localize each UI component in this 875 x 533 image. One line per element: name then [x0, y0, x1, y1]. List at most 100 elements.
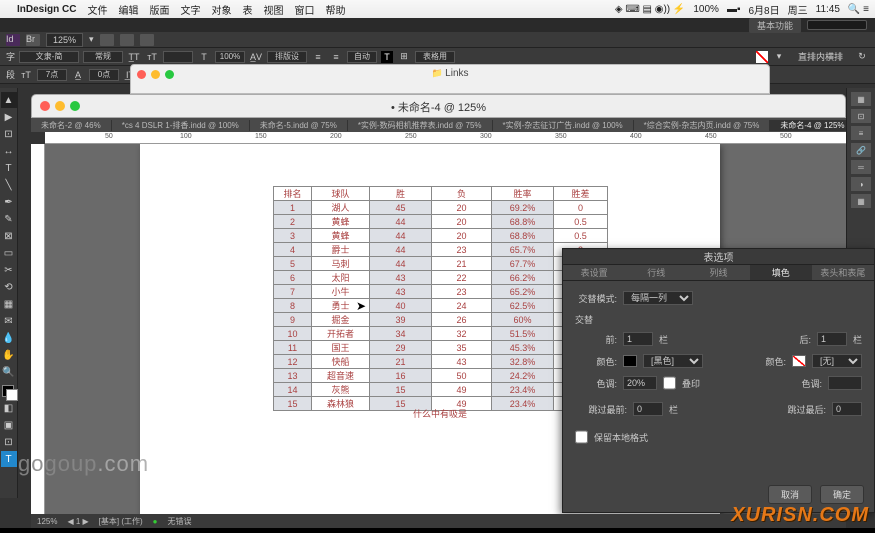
grid-icon[interactable]: ⊞	[397, 51, 411, 63]
table-cell[interactable]: 45.3%	[492, 341, 554, 355]
table-cell[interactable]: 5	[274, 257, 312, 271]
table-cell[interactable]: 43	[432, 355, 492, 369]
table-cell[interactable]: 67.7%	[492, 257, 554, 271]
table-cell[interactable]: 43	[370, 271, 432, 285]
back-input[interactable]	[817, 332, 847, 346]
align-icon[interactable]: ≡	[329, 51, 343, 63]
font-style[interactable]: 常规	[83, 51, 123, 63]
table-cell[interactable]: 50	[432, 369, 492, 383]
table-cell[interactable]: 掘金	[312, 313, 370, 327]
fill-swatch[interactable]	[756, 51, 768, 63]
table-cell[interactable]: 快船	[312, 355, 370, 369]
table-cell[interactable]: 60%	[492, 313, 554, 327]
menu-layout[interactable]: 版面	[149, 2, 169, 17]
table-cell[interactable]: 国王	[312, 341, 370, 355]
status-preset[interactable]: [基本] (工作)	[99, 516, 143, 527]
table-cell[interactable]: 44	[370, 215, 432, 229]
kerning[interactable]: 排版设	[267, 51, 307, 63]
table-cell[interactable]: 44	[370, 243, 432, 257]
pattern-select[interactable]: 每隔一列	[623, 291, 693, 305]
tab-col-strokes[interactable]: 列线	[687, 265, 749, 280]
tint-input[interactable]	[623, 376, 657, 390]
scissors-tool[interactable]: ✂	[1, 262, 17, 278]
table-cell[interactable]: 32	[432, 327, 492, 341]
overprint-check[interactable]	[663, 376, 676, 390]
menu-view[interactable]: 视图	[263, 2, 283, 17]
doc-tab[interactable]: 未命名-5.indd @ 75%	[250, 120, 348, 131]
zoom-level[interactable]: 125%	[46, 33, 83, 47]
table-cell[interactable]: 9	[274, 313, 312, 327]
doc-tab[interactable]: *cs 4 DSLR 1-排香.indd @ 100%	[112, 120, 250, 131]
fit-select[interactable]: 自动	[347, 51, 377, 63]
table-cell[interactable]: 34	[370, 327, 432, 341]
app-search[interactable]	[807, 20, 867, 30]
menu-edit[interactable]: 编辑	[118, 2, 138, 17]
font-family[interactable]: 文隶-简	[19, 51, 79, 63]
direct-select-tool[interactable]: ▶	[1, 109, 17, 125]
cc-libs-icon[interactable]: ▦	[851, 92, 871, 106]
table-cell[interactable]: 23.4%	[492, 383, 554, 397]
table-cell[interactable]: 超音速	[312, 369, 370, 383]
battery-icon[interactable]: ▬▪	[727, 4, 741, 15]
table-cell[interactable]: 0	[554, 201, 608, 215]
color-select[interactable]: [黑色]	[643, 354, 703, 368]
table-cell[interactable]: 灰熊	[312, 383, 370, 397]
table-header[interactable]: 胜	[370, 187, 432, 201]
layers-icon[interactable]: ≡	[851, 126, 871, 140]
table-cell[interactable]: 44	[370, 229, 432, 243]
table-cell[interactable]: 14	[274, 383, 312, 397]
wifi-icon[interactable]: ◈ ⌨ ▤ ◉)) ⚡	[615, 4, 686, 15]
table-caption[interactable]: 什么中有吸是	[273, 407, 607, 420]
table-header[interactable]: 负	[432, 187, 492, 201]
table-cell[interactable]: 62.5%	[492, 299, 554, 313]
table-cell[interactable]: 13	[274, 369, 312, 383]
tab-headers[interactable]: 表头和表尾	[812, 265, 874, 280]
table-cell[interactable]: 爵士	[312, 243, 370, 257]
menu-window[interactable]: 窗口	[294, 2, 314, 17]
baseline[interactable]: 0点	[89, 69, 119, 81]
eyedropper-tool[interactable]: 💧	[1, 330, 17, 346]
status-zoom[interactable]: 125%	[37, 517, 57, 526]
table-cell[interactable]: 0.5	[554, 215, 608, 229]
table-cell[interactable]: 马刺	[312, 257, 370, 271]
table-cell[interactable]: 8	[274, 299, 312, 313]
table-cell[interactable]: 43	[370, 285, 432, 299]
color-swatch-2[interactable]	[792, 355, 806, 367]
links-icon[interactable]: 🔗	[851, 143, 871, 157]
table-header[interactable]: 排名	[274, 187, 312, 201]
table-cell[interactable]: 45	[370, 201, 432, 215]
table-cell[interactable]: 20	[432, 201, 492, 215]
menu-object[interactable]: 对象	[211, 2, 231, 17]
menu-table[interactable]: 表	[242, 2, 252, 17]
view-mode-icon[interactable]: ⊡	[1, 434, 17, 450]
transform-tool[interactable]: ⟲	[1, 279, 17, 295]
table-cell[interactable]: 40	[370, 299, 432, 313]
table-cell[interactable]: 21	[370, 355, 432, 369]
horizontal-ruler[interactable]: 50100 150200 250300 350400 450500	[45, 132, 846, 144]
table-cell[interactable]: 23	[432, 285, 492, 299]
screen-icon[interactable]	[120, 34, 134, 46]
tab-fills[interactable]: 填色	[750, 265, 812, 280]
zoom-tool[interactable]: 🔍	[1, 364, 17, 380]
tt-icon[interactable]: T̲T	[127, 51, 141, 63]
doc-tab-active[interactable]: 未命名-4 @ 125%	[770, 120, 855, 131]
workspace-switcher[interactable]: 基本功能	[749, 18, 801, 33]
app-name[interactable]: InDesign CC	[17, 4, 76, 15]
spotlight-icon[interactable]: 🔍 ≡	[848, 4, 869, 15]
table-header[interactable]: 胜差	[554, 187, 608, 201]
table-cell[interactable]: 68.8%	[492, 215, 554, 229]
apply-color-icon[interactable]: ▣	[1, 417, 17, 433]
rect-frame-tool[interactable]: ⊠	[1, 228, 17, 244]
table-cell[interactable]: 11	[274, 341, 312, 355]
date[interactable]: 6月8日	[749, 2, 780, 17]
table-cell[interactable]: 黄蜂	[312, 215, 370, 229]
bridge-icon[interactable]: Br	[26, 34, 40, 46]
table-cell[interactable]: 21	[432, 257, 492, 271]
gap-tool[interactable]: ↔	[1, 143, 17, 159]
color-swatch[interactable]	[2, 385, 16, 399]
swatches-icon[interactable]: ▦	[851, 194, 871, 208]
gradient-tool[interactable]: ▦	[1, 296, 17, 312]
table-cell[interactable]: 49	[432, 383, 492, 397]
table-cell[interactable]: 24	[432, 299, 492, 313]
pen-tool[interactable]: ✒	[1, 194, 17, 210]
